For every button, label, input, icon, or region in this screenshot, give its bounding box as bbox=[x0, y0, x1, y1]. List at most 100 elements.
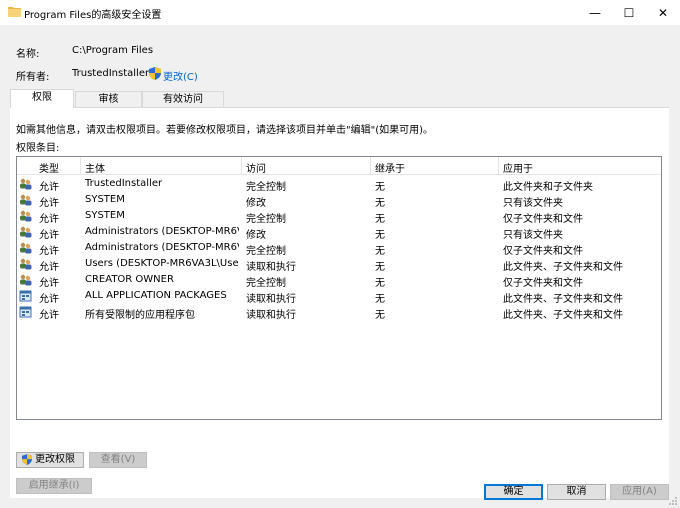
cell-type: 允许 bbox=[39, 294, 59, 305]
cell-principal: TrustedInstaller bbox=[85, 178, 163, 189]
cell-inherited: 无 bbox=[375, 230, 385, 241]
cell-applies-to: 此文件夹和子文件夹 bbox=[503, 182, 593, 193]
table-row[interactable]: 允许 Users (DESKTOP-MR6VA3L\Users) 读取和执行 无 此文件… bbox=[17, 256, 661, 273]
list-header: 类型 主体 访问 继承于 应用于 bbox=[17, 157, 661, 175]
users-icon bbox=[19, 274, 32, 286]
cell-principal: Users (DESKTOP-MR6VA3L\Users) bbox=[85, 258, 239, 269]
title-bar: Program Files的高级安全设置 — ☐ ✕ bbox=[0, 0, 680, 25]
window-title: Program Files的高级安全设置 bbox=[24, 10, 162, 21]
change-permissions-label: 更改权限 bbox=[35, 454, 75, 465]
table-row[interactable]: 允许 TrustedInstaller 完全控制 无 此文件夹和子文件夹 bbox=[17, 176, 661, 193]
cell-access: 读取和执行 bbox=[246, 262, 296, 273]
hint-text: 如需其他信息，请双击权限项目。若要修改权限项目，请选择该项目并单击"编辑"(如果… bbox=[16, 125, 434, 136]
cell-inherited: 无 bbox=[375, 246, 385, 257]
cell-access: 完全控制 bbox=[246, 182, 286, 193]
tab-permissions[interactable]: 权限 bbox=[10, 89, 74, 108]
cell-access: 读取和执行 bbox=[246, 310, 296, 321]
cell-type: 允许 bbox=[39, 310, 59, 321]
table-row[interactable]: 允许 所有受限制的应用程序包 读取和执行 无 此文件夹、子文件夹和文件 bbox=[17, 304, 661, 321]
minimize-icon: — bbox=[589, 5, 601, 20]
users-icon bbox=[19, 258, 32, 270]
column-header-principal[interactable]: 主体 bbox=[85, 160, 105, 175]
cell-applies-to: 此文件夹、子文件夹和文件 bbox=[503, 294, 623, 305]
cell-access: 完全控制 bbox=[246, 246, 286, 257]
cell-applies-to: 仅子文件夹和文件 bbox=[503, 278, 583, 289]
close-icon: ✕ bbox=[657, 5, 669, 20]
cell-inherited: 无 bbox=[375, 214, 385, 225]
cell-type: 允许 bbox=[39, 230, 59, 241]
apply-button[interactable]: 应用(A) bbox=[610, 484, 669, 500]
cell-principal: Administrators (DESKTOP-MR6V... bbox=[85, 242, 239, 253]
cell-applies-to: 只有该文件夹 bbox=[503, 198, 563, 209]
permission-entries-list[interactable]: 类型 主体 访问 继承于 应用于 允许 TrustedInstaller 完全控制无… bbox=[16, 156, 662, 420]
uac-shield-icon bbox=[22, 454, 32, 465]
cell-inherited: 无 bbox=[375, 294, 385, 305]
cell-access: 读取和执行 bbox=[246, 294, 296, 305]
column-header-inherited[interactable]: 继承于 bbox=[375, 160, 405, 175]
users-icon bbox=[19, 226, 32, 238]
users-icon bbox=[19, 210, 32, 222]
cell-type: 允许 bbox=[39, 278, 59, 289]
permissions-panel: 如需其他信息，请双击权限项目。若要修改权限项目，请选择该项目并单击"编辑"(如果… bbox=[10, 107, 669, 498]
cell-inherited: 无 bbox=[375, 182, 385, 193]
name-value: C:\Program Files bbox=[72, 45, 154, 56]
cell-principal: CREATOR OWNER bbox=[85, 274, 174, 285]
cell-applies-to: 此文件夹、子文件夹和文件 bbox=[503, 262, 623, 273]
cell-applies-to: 此文件夹、子文件夹和文件 bbox=[503, 310, 623, 321]
owner-value: TrustedInstaller bbox=[72, 68, 150, 79]
resize-grip-icon[interactable] bbox=[668, 496, 678, 506]
users-icon bbox=[19, 194, 32, 206]
table-row[interactable]: 允许 ALL APPLICATION PACKAGES 读取和执行 无 此文件夹、子文件… bbox=[17, 288, 661, 305]
ok-button[interactable]: 确定 bbox=[484, 484, 543, 500]
cell-type: 允许 bbox=[39, 198, 59, 209]
table-row[interactable]: 允许 Administrators (DESKTOP-MR6V... 完全控制 无 仅子… bbox=[17, 240, 661, 257]
change-permissions-button[interactable]: 更改权限 bbox=[16, 452, 84, 468]
view-button[interactable]: 查看(V) bbox=[89, 452, 147, 468]
users-icon bbox=[19, 242, 32, 254]
cancel-button[interactable]: 取消 bbox=[547, 484, 606, 500]
cell-type: 允许 bbox=[39, 182, 59, 193]
enable-inheritance-button[interactable]: 启用继承(I) bbox=[16, 478, 92, 494]
owner-label: 所有者: bbox=[16, 72, 50, 83]
name-label: 名称: bbox=[16, 49, 40, 60]
cell-type: 允许 bbox=[39, 214, 59, 225]
tab-auditing[interactable]: 审核 bbox=[75, 91, 142, 108]
cell-principal: Administrators (DESKTOP-MR6V... bbox=[85, 226, 239, 237]
cell-access: 修改 bbox=[246, 230, 266, 241]
cell-inherited: 无 bbox=[375, 310, 385, 321]
maximize-icon: ☐ bbox=[623, 5, 635, 20]
cell-inherited: 无 bbox=[375, 278, 385, 289]
change-owner-link[interactable]: 更改(C) bbox=[163, 68, 198, 83]
column-divider[interactable] bbox=[370, 157, 371, 174]
cell-inherited: 无 bbox=[375, 262, 385, 273]
cell-principal: 所有受限制的应用程序包 bbox=[85, 310, 195, 321]
cell-principal: SYSTEM bbox=[85, 194, 125, 205]
tab-effective-access[interactable]: 有效访问 bbox=[142, 91, 224, 108]
folder-icon bbox=[8, 7, 21, 17]
cell-applies-to: 仅子文件夹和文件 bbox=[503, 214, 583, 225]
cell-access: 修改 bbox=[246, 198, 266, 209]
table-row[interactable]: 允许 SYSTEM 修改 无 只有该文件夹 bbox=[17, 192, 661, 209]
uac-shield-icon bbox=[149, 67, 161, 80]
permission-entries-label: 权限条目: bbox=[16, 143, 60, 154]
column-header-applies-to[interactable]: 应用于 bbox=[503, 160, 533, 175]
cell-type: 允许 bbox=[39, 262, 59, 273]
column-divider[interactable] bbox=[80, 157, 81, 174]
cell-applies-to: 仅子文件夹和文件 bbox=[503, 246, 583, 257]
cell-principal: SYSTEM bbox=[85, 210, 125, 221]
package-icon bbox=[19, 290, 32, 302]
dialog-body: 名称: C:\Program Files 所有者: TrustedInstall… bbox=[0, 25, 680, 508]
column-divider[interactable] bbox=[498, 157, 499, 174]
maximize-button[interactable]: ☐ bbox=[612, 0, 646, 25]
table-row[interactable]: 允许 SYSTEM 完全控制 无 仅子文件夹和文件 bbox=[17, 208, 661, 225]
cell-access: 完全控制 bbox=[246, 278, 286, 289]
column-header-access[interactable]: 访问 bbox=[246, 160, 266, 175]
minimize-button[interactable]: — bbox=[578, 0, 612, 25]
cell-inherited: 无 bbox=[375, 198, 385, 209]
column-header-type[interactable]: 类型 bbox=[39, 160, 59, 175]
table-row[interactable]: 允许 CREATOR OWNER 完全控制 无 仅子文件夹和文件 bbox=[17, 272, 661, 289]
cell-applies-to: 只有该文件夹 bbox=[503, 230, 563, 241]
close-button[interactable]: ✕ bbox=[646, 0, 680, 25]
table-row[interactable]: 允许 Administrators (DESKTOP-MR6V... 修改 无 只有该文… bbox=[17, 224, 661, 241]
column-divider[interactable] bbox=[241, 157, 242, 174]
